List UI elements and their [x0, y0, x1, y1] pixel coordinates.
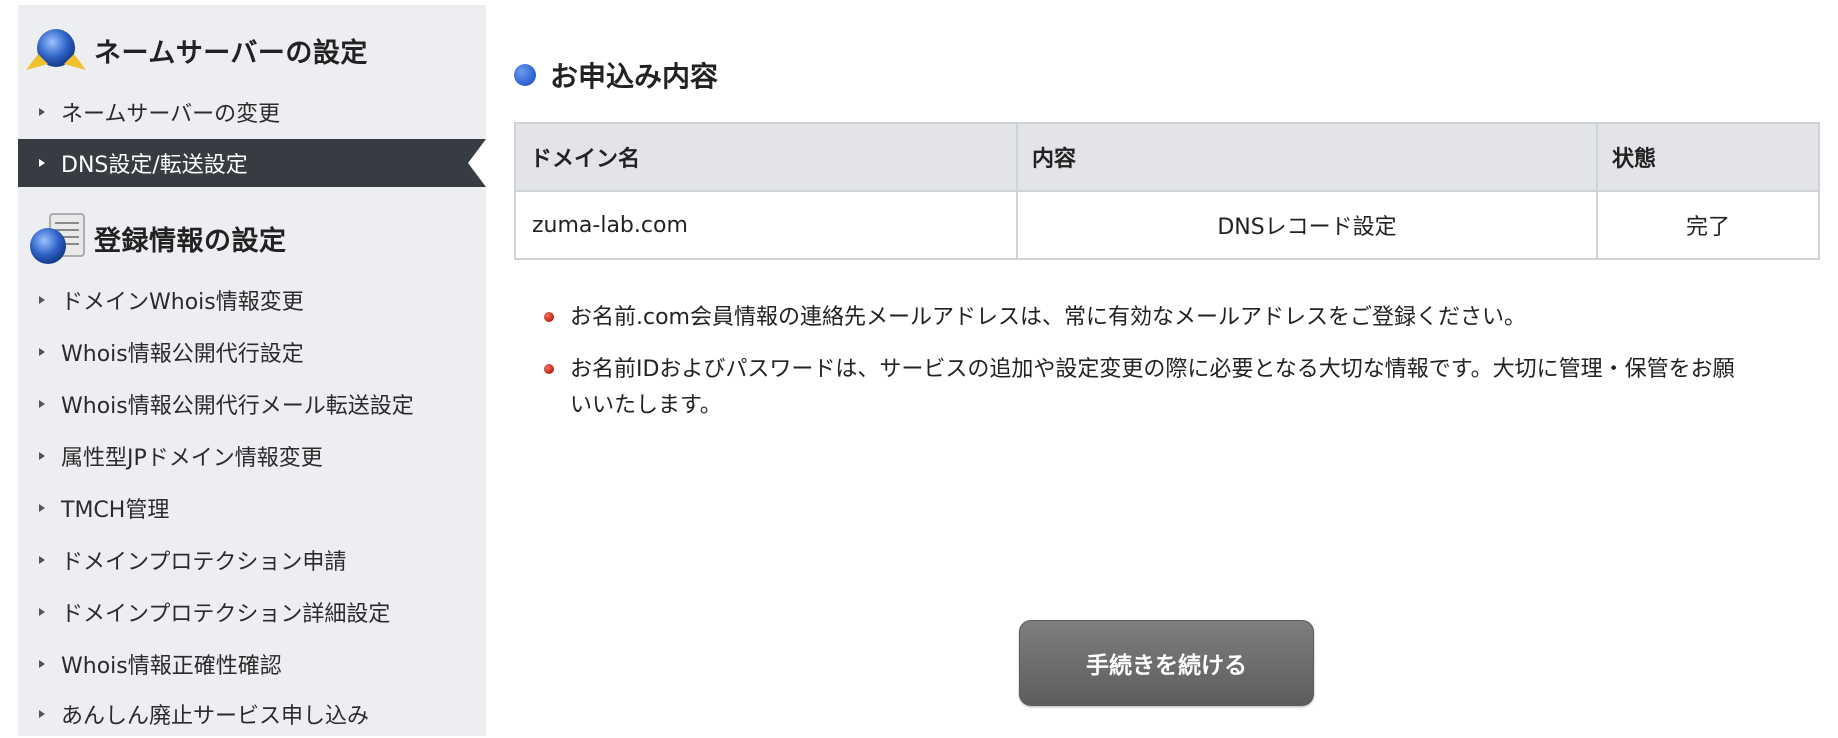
sidebar-item-label: DNS設定/転送設定: [61, 153, 248, 178]
active-indicator-notch: [468, 139, 486, 187]
red-bullet-icon: [544, 312, 554, 322]
triangle-right-icon: [39, 108, 45, 116]
sidebar-item-label: Whois情報公開代行メール転送設定: [61, 394, 414, 419]
sidebar-item-label: ドメインWhois情報変更: [61, 290, 304, 315]
globe-with-document-icon: [30, 213, 85, 264]
sidebar: ネームサーバーの設定 ネームサーバーの変更 DNS設定/転送設定 登録情報の設定…: [18, 0, 486, 736]
sidebar-item-label: ネームサーバーの変更: [61, 102, 281, 127]
column-header-status: 状態: [1596, 122, 1820, 192]
globe-with-hands-icon: [26, 29, 86, 70]
cell-status: 完了: [1596, 190, 1820, 260]
red-bullet-icon: [544, 364, 554, 374]
continue-button[interactable]: 手続きを続ける: [1019, 620, 1314, 706]
sidebar-item-label: ドメインプロテクション申請: [61, 550, 347, 575]
sidebar-item-label: Whois情報正確性確認: [61, 654, 282, 679]
sidebar-item-label: TMCH管理: [61, 498, 170, 523]
sidebar-top-divider: [18, 0, 486, 5]
nameserver-section-header: ネームサーバーの設定: [24, 20, 368, 80]
column-header-content: 内容: [1016, 122, 1598, 192]
cell-domain-name: zuma-lab.com: [514, 190, 1018, 260]
registration-section-header: 登録情報の設定: [24, 208, 287, 268]
sidebar-item-whois-change[interactable]: ドメインWhois情報変更: [18, 276, 486, 324]
order-table: ドメイン名 内容 状態 zuma-lab.com DNSレコード設定 完了: [514, 122, 1820, 260]
sidebar-item-dns-settings[interactable]: DNS設定/転送設定: [18, 139, 486, 187]
notes-list: お名前.com会員情報の連絡先メールアドレスは、常に有効なメールアドレスをご登録…: [540, 300, 1740, 440]
sidebar-item-label: 属性型JPドメイン情報変更: [61, 446, 323, 471]
sidebar-item-label: ドメインプロテクション詳細設定: [61, 602, 391, 627]
order-details-heading: お申込み内容: [514, 55, 718, 95]
triangle-right-icon: [39, 608, 45, 616]
cell-content: DNSレコード設定: [1016, 190, 1598, 260]
triangle-right-icon: [39, 348, 45, 356]
sidebar-item-whois-mail-forward[interactable]: Whois情報公開代行メール転送設定: [18, 380, 486, 428]
note-item: お名前.com会員情報の連絡先メールアドレスは、常に有効なメールアドレスをご登録…: [540, 300, 1740, 336]
column-header-domain: ドメイン名: [514, 122, 1018, 192]
sidebar-item-nameserver-change[interactable]: ネームサーバーの変更: [18, 88, 486, 136]
sidebar-item-label: あんしん廃止サービス申し込み: [61, 704, 370, 729]
note-text: お名前IDおよびパスワードは、サービスの追加や設定変更の際に必要となる大切な情報…: [570, 357, 1735, 418]
triangle-right-icon: [39, 710, 45, 718]
sidebar-item-whois-accuracy[interactable]: Whois情報正確性確認: [18, 640, 486, 688]
sidebar-item-anshin-haishi[interactable]: あんしん廃止サービス申し込み: [18, 690, 486, 738]
triangle-right-icon: [39, 660, 45, 668]
nameserver-section-title: ネームサーバーの設定: [94, 37, 368, 69]
registration-section-title: 登録情報の設定: [94, 225, 287, 257]
note-item: お名前IDおよびパスワードは、サービスの追加や設定変更の際に必要となる大切な情報…: [540, 352, 1740, 424]
note-text: お名前.com会員情報の連絡先メールアドレスは、常に有効なメールアドレスをご登録…: [570, 305, 1526, 330]
sidebar-item-whois-proxy[interactable]: Whois情報公開代行設定: [18, 328, 486, 376]
triangle-right-icon: [39, 159, 45, 167]
sidebar-item-jp-domain-change[interactable]: 属性型JPドメイン情報変更: [18, 432, 486, 480]
sidebar-item-domain-protection-apply[interactable]: ドメインプロテクション申請: [18, 536, 486, 584]
sidebar-item-label: Whois情報公開代行設定: [61, 342, 304, 367]
triangle-right-icon: [39, 452, 45, 460]
triangle-right-icon: [39, 556, 45, 564]
blue-dot-icon: [514, 64, 536, 86]
table-row: zuma-lab.com DNSレコード設定 完了: [514, 190, 1820, 260]
sidebar-item-tmch[interactable]: TMCH管理: [18, 484, 486, 532]
triangle-right-icon: [39, 400, 45, 408]
triangle-right-icon: [39, 504, 45, 512]
sidebar-item-domain-protection-detail[interactable]: ドメインプロテクション詳細設定: [18, 588, 486, 636]
triangle-right-icon: [39, 296, 45, 304]
table-header-row: ドメイン名 内容 状態: [514, 122, 1820, 192]
page-title: お申込み内容: [550, 60, 719, 93]
